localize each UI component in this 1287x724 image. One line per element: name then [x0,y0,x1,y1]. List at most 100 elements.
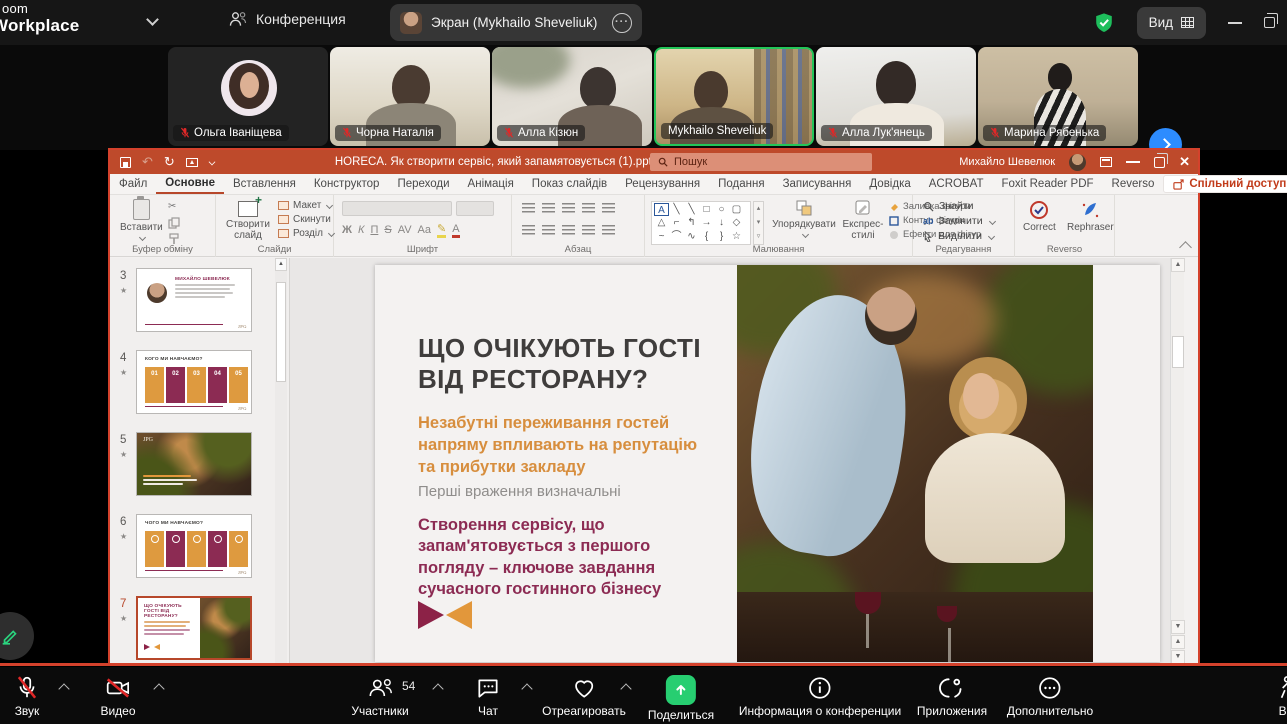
paste-button[interactable]: Вставити [120,199,163,240]
audio-button[interactable]: Звук [14,675,40,718]
justify-icon[interactable] [582,225,595,236]
next-slide-button[interactable]: ▼ [1171,650,1185,664]
quick-styles-button[interactable]: Експрес-стилі [837,199,889,241]
find-button[interactable]: Знайти [923,200,995,212]
font-size-dropdown[interactable] [456,201,494,216]
scrollbar-thumb[interactable] [1172,336,1184,368]
participant-tile-mykhailo-active-speaker[interactable]: Mykhailo Sheveliuk [654,47,814,146]
tab-view[interactable]: Подання [709,175,773,193]
reverso-correct-button[interactable]: Correct [1023,200,1056,233]
participant-tile-olga[interactable]: Ольга Іваніщева [168,47,328,146]
arc-shape-icon[interactable]: ⌒ [669,230,684,243]
block-arrow-shape-icon[interactable]: → [699,216,714,229]
strikethrough-button[interactable]: S [384,224,391,236]
rounded-rect-shape-icon[interactable]: ▢ [729,203,744,216]
chat-options-chevron-icon[interactable] [521,683,532,694]
slide-thumbnail-7-selected[interactable]: ЩО ОЧІКУЮТЬ ГОСТІ ВІД РЕСТОРАНУ? [136,596,252,660]
audio-options-chevron-icon[interactable] [58,683,69,694]
participants-options-chevron-icon[interactable] [432,683,443,694]
align-center-icon[interactable] [542,225,555,236]
scroll-up-button[interactable]: ▲ [275,258,287,271]
tab-review[interactable]: Рецензування [616,175,709,193]
shapes-gallery[interactable]: A ╲ ╲ □ ○ ▢ △ ⌐ ↰ → ↓ ◇ ~ ⌒ ∿ { } ☆ [651,201,751,245]
arrow-shape-icon[interactable]: ╲ [684,203,699,216]
change-case-button[interactable]: Aa [418,224,431,236]
scroll-down-button[interactable]: ▼ [1171,620,1185,634]
elbow-shape-icon[interactable]: ⌐ [669,216,684,229]
curve-shape-icon[interactable]: ↰ [684,216,699,229]
slide-thumbnail-5[interactable]: JPG [136,432,252,496]
slide-thumbnail-6[interactable]: ЧОГО МИ НАВЧАЄМО? JPG [136,514,252,578]
tab-reverso[interactable]: Reverso [1103,175,1164,193]
video-button[interactable]: Видео [100,675,135,718]
reset-button[interactable]: Скинути [278,214,334,225]
arrange-button[interactable]: Упорядкувати [771,199,837,237]
undo-icon[interactable]: ↶ [142,154,153,170]
more-button[interactable]: Дополнительно [1007,675,1093,718]
collapse-ribbon-icon[interactable] [1179,241,1192,254]
brace-left-shape-icon[interactable]: { [699,230,714,243]
participant-tile-lukyanets[interactable]: Алла Лук'янець [816,47,976,146]
present-icon[interactable] [186,158,198,167]
logo-dropdown-chevron-icon[interactable] [146,13,159,26]
slide-area-scrollbar[interactable]: ▲ ▼ ▲ ▼ [1170,258,1184,664]
ribbon-display-options-icon[interactable] [1100,157,1112,167]
video-options-chevron-icon[interactable] [153,683,164,694]
copy-icon[interactable] [168,217,180,229]
tab-recording[interactable]: Записування [774,175,861,193]
participant-tile-kizyun[interactable]: Алла Кізюн [492,47,652,146]
shapes-gallery-scroll[interactable]: ▴▾▿ [753,201,764,245]
thumbnails-scrollbar[interactable]: ▲ [275,258,287,664]
window-minimize-button[interactable] [1228,22,1242,24]
slide-thumbnail-4[interactable]: КОГО МИ НАВЧАЄМО? 01 02 03 04 05 JPG [136,350,252,414]
window-restore-button[interactable] [1264,17,1275,28]
scrollbar-thumb[interactable] [276,282,286,382]
italic-button[interactable]: К [358,224,364,236]
select-button[interactable]: Виділити [923,230,995,242]
participants-button[interactable]: Участники [351,675,408,718]
replace-button[interactable]: abЗамінити [923,215,995,227]
slide-thumbnail-3[interactable]: МИХАЙЛО ШЕВЕЛЮК JPG [136,268,252,332]
apps-button[interactable]: Приложения [917,675,987,718]
tab-slideshow[interactable]: Показ слайдів [523,175,616,193]
indent-decrease-icon[interactable] [562,203,575,214]
brace-right-shape-icon[interactable]: } [714,230,729,243]
ppt-close-button[interactable]: ✕ [1179,154,1190,170]
security-shield-icon[interactable] [1093,11,1115,35]
new-slide-button[interactable]: Створити слайд [222,201,274,241]
ppt-search-box[interactable]: Пошук [650,153,872,171]
participant-tile-chorna[interactable]: Чорна Наталія [330,47,490,146]
view-button[interactable]: Вид [1137,7,1206,39]
redo-icon[interactable]: ↻ [164,154,175,170]
ppt-user-avatar[interactable] [1069,154,1086,171]
tab-shared-screen[interactable]: Экран (Mykhailo Sheveliuk) ··· [390,4,642,41]
bold-button[interactable]: Ж [342,224,352,236]
rectangle-shape-icon[interactable]: □ [699,203,714,216]
save-icon[interactable] [120,157,131,168]
tab-conference[interactable]: Конференция [228,10,346,28]
align-left-icon[interactable] [522,225,535,236]
tab-home-active[interactable]: Основне [156,174,224,194]
scribble-shape-icon[interactable]: ~ [654,230,669,243]
react-button[interactable]: Отреагировать [542,675,626,718]
share-screen-button[interactable]: Поделиться [648,675,714,722]
tab-acrobat[interactable]: ACROBAT [920,175,993,193]
ppt-minimize-button[interactable] [1126,161,1140,163]
line-shape-icon[interactable]: ╲ [669,203,684,216]
character-spacing-button[interactable]: AV [398,224,412,236]
underline-button[interactable]: П [370,224,378,236]
meeting-info-button[interactable]: Информация о конференции [739,675,901,718]
indent-increase-icon[interactable] [582,203,595,214]
section-button[interactable]: Розділ [278,228,334,239]
tab-foxit[interactable]: Foxit Reader PDF [993,175,1103,193]
previous-slide-button[interactable]: ▲ [1171,635,1185,649]
tab-file[interactable]: Файл [110,175,156,193]
columns-icon[interactable] [602,225,615,236]
tab-animations[interactable]: Анімація [459,175,523,193]
oval-shape-icon[interactable]: ○ [714,203,729,216]
scroll-up-button[interactable]: ▲ [1171,258,1185,272]
textbox-shape-icon[interactable]: A [654,203,669,216]
ppt-restore-button[interactable] [1154,157,1165,168]
numbering-icon[interactable] [542,203,555,214]
callout-shape-icon[interactable]: ◇ [729,216,744,229]
